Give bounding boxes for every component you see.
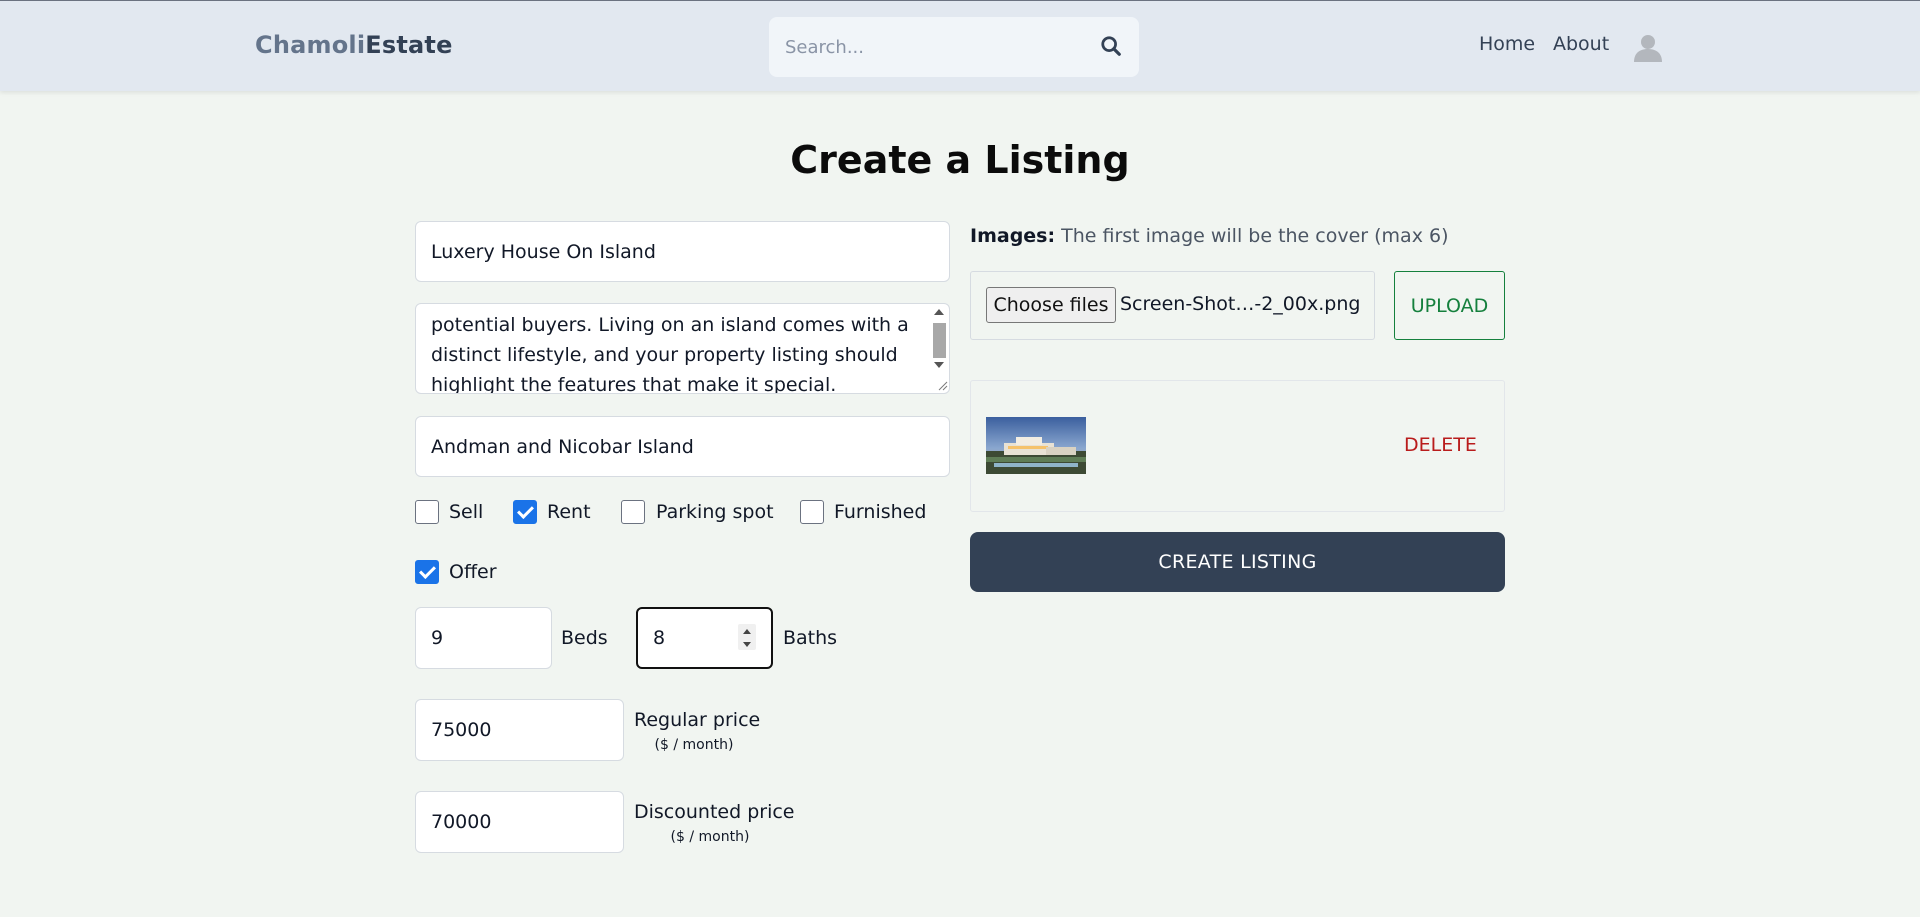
regular-price-input[interactable]: 75000 bbox=[415, 699, 624, 761]
scroll-thumb[interactable] bbox=[933, 323, 946, 358]
regular-price-unit: ($ / month) bbox=[654, 737, 734, 753]
create-listing-button[interactable]: CREATE LISTING bbox=[970, 532, 1505, 592]
description-textarea[interactable]: potential buyers. Living on an island co… bbox=[415, 303, 950, 394]
listing-image-thumbnail bbox=[986, 417, 1086, 474]
rent-checkbox[interactable] bbox=[513, 500, 537, 524]
header: ChamoliEstate Home About bbox=[0, 0, 1920, 91]
selected-file-name: Screen-Shot…-2_00x.png bbox=[1120, 293, 1361, 315]
nav-about-link[interactable]: About bbox=[1553, 33, 1609, 55]
search-icon[interactable] bbox=[1100, 35, 1122, 57]
choose-files-button[interactable]: Choose files bbox=[986, 287, 1116, 323]
user-avatar-icon[interactable] bbox=[1633, 32, 1663, 62]
parking-label: Parking spot bbox=[656, 501, 774, 523]
search-form bbox=[769, 17, 1139, 77]
scroll-down-arrow-icon[interactable] bbox=[934, 362, 944, 368]
discounted-price-unit: ($ / month) bbox=[670, 829, 750, 845]
search-input[interactable] bbox=[769, 17, 1089, 77]
regular-price-label: Regular price bbox=[634, 709, 761, 731]
address-input[interactable]: Andman and Nicobar Island bbox=[415, 416, 950, 477]
logo[interactable]: ChamoliEstate bbox=[255, 31, 453, 59]
logo-part-1: Chamoli bbox=[255, 31, 366, 59]
parking-checkbox[interactable] bbox=[621, 500, 645, 524]
images-label: Images: bbox=[970, 225, 1056, 247]
beds-label: Beds bbox=[561, 627, 608, 649]
offer-label: Offer bbox=[449, 561, 497, 583]
page-title: Create a Listing bbox=[790, 138, 1130, 182]
delete-image-button[interactable]: DELETE bbox=[1404, 434, 1477, 456]
upload-button[interactable]: UPLOAD bbox=[1394, 271, 1505, 340]
nav-home-link[interactable]: Home bbox=[1479, 33, 1535, 55]
sell-label: Sell bbox=[449, 501, 484, 523]
resize-grip-icon[interactable] bbox=[938, 381, 948, 391]
furnished-checkbox[interactable] bbox=[800, 500, 824, 524]
baths-label: Baths bbox=[783, 627, 838, 649]
beds-input[interactable]: 9 bbox=[415, 607, 552, 669]
offer-checkbox[interactable] bbox=[415, 560, 439, 584]
stepper-up-icon[interactable] bbox=[743, 629, 751, 634]
discounted-price-label: Discounted price bbox=[634, 801, 795, 823]
furnished-label: Furnished bbox=[834, 501, 927, 523]
name-input[interactable]: Luxery House On Island bbox=[415, 221, 950, 282]
images-hint: The first image will be the cover (max 6… bbox=[1061, 225, 1449, 247]
sell-checkbox[interactable] bbox=[415, 500, 439, 524]
discounted-price-input[interactable]: 70000 bbox=[415, 791, 624, 853]
scroll-up-arrow-icon[interactable] bbox=[934, 309, 944, 315]
logo-part-2: Estate bbox=[365, 31, 453, 59]
stepper-down-icon[interactable] bbox=[743, 642, 751, 647]
images-heading: Images: The first image will be the cover… bbox=[970, 225, 1449, 247]
rent-label: Rent bbox=[547, 501, 591, 523]
